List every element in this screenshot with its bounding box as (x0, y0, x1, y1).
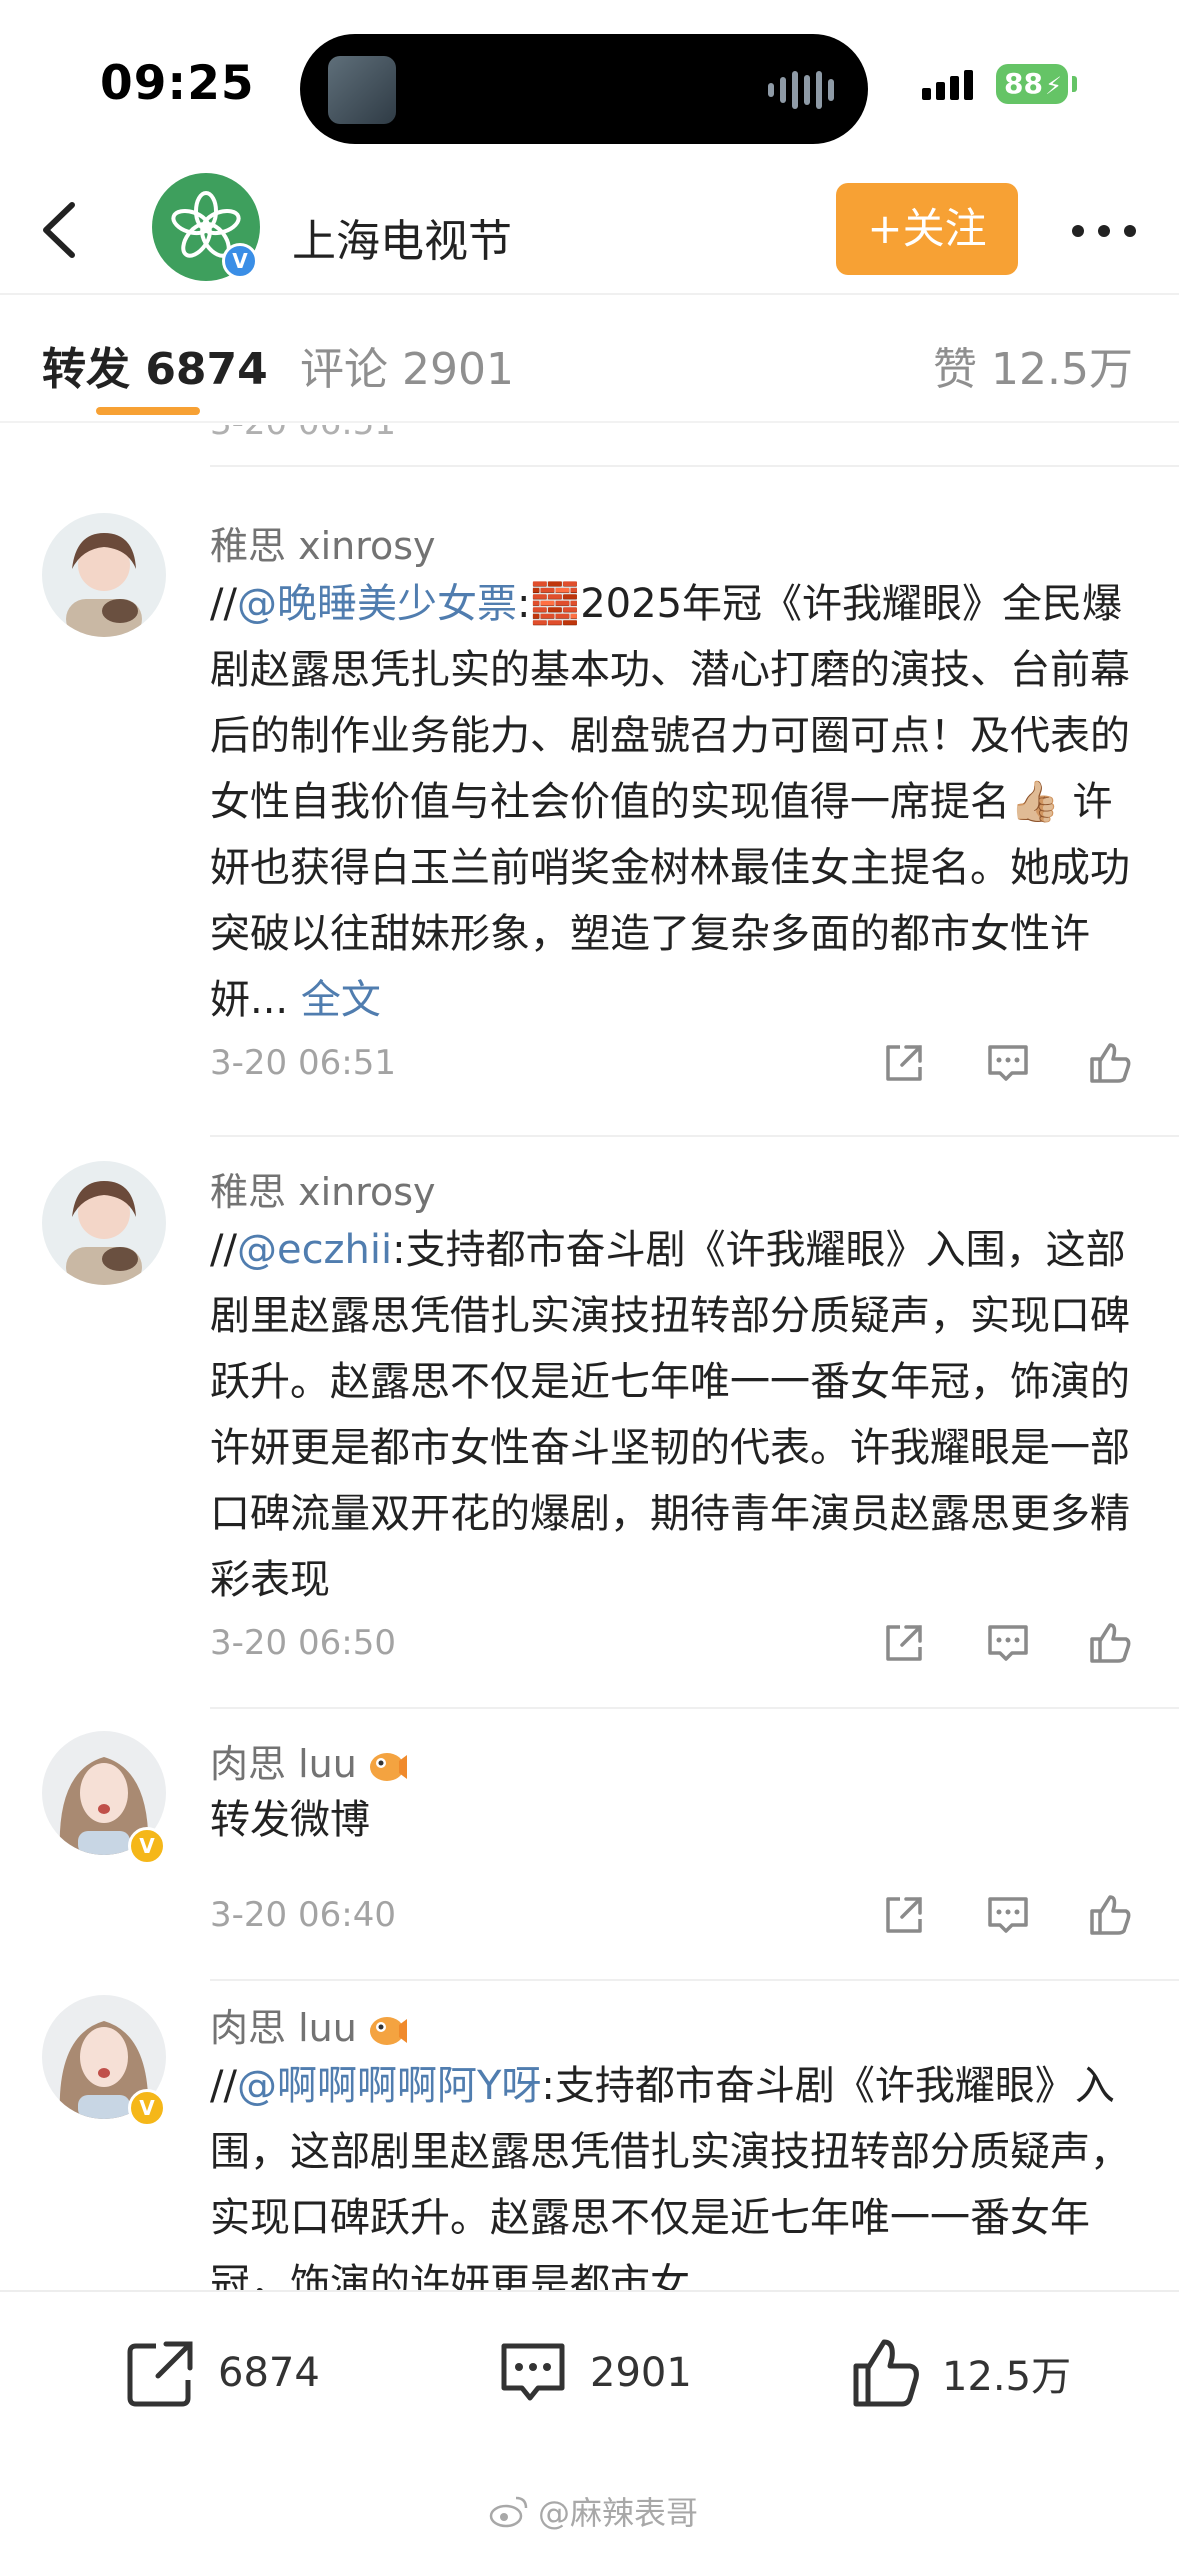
post-time: 3-20 06:50 (210, 1623, 396, 1663)
repost-text: //@eczhii:支持都市奋斗剧《许我耀眼》入围，这部剧里赵露思凭借扎实演技扭… (210, 1217, 1140, 1613)
body-text: :🧱2025年冠《许我耀眼》全民爆剧赵露思凭扎实的基本功、潜心打磨的演技、台前幕… (210, 581, 1130, 1023)
watermark-text: @麻辣表哥 (538, 2494, 699, 2532)
comment-count: 2901 (590, 2350, 692, 2396)
comment-icon (501, 2343, 565, 2401)
like-button[interactable] (1086, 1619, 1134, 1667)
back-button[interactable] (34, 197, 94, 263)
cellular-signal-icon (922, 70, 973, 100)
avatar[interactable] (42, 1161, 166, 1285)
username[interactable]: 稚思 xinrosy (210, 515, 436, 570)
battery-cap (1072, 76, 1077, 92)
status-time: 09:25 (100, 56, 255, 111)
mention-link[interactable]: @eczhii (237, 1227, 392, 1273)
thumbs-up-icon (853, 2339, 919, 2407)
repost-text: 转发微博 (210, 1797, 370, 1843)
share-button[interactable] (880, 1619, 928, 1667)
username[interactable]: 稚思 xinrosy (210, 1161, 436, 1216)
tab-reposts[interactable]: 转发 6874 (42, 333, 268, 397)
tab-comments[interactable]: 评论 2901 (300, 333, 514, 397)
repost-button[interactable]: 6874 (122, 2328, 320, 2418)
body-text: :支持都市奋斗剧《许我耀眼》入围，这部剧里赵露思凭借扎实演技扭转部分质疑声，实现… (210, 1227, 1130, 1603)
charging-bolt-icon: ⚡ (1045, 72, 1062, 100)
username[interactable]: 肉思 luu (210, 1997, 409, 2052)
post-time: 3-20 06:40 (210, 1895, 396, 1935)
divider (210, 465, 1179, 467)
divider (210, 1979, 1179, 1981)
repost-count: 6874 (218, 2350, 320, 2396)
repost-icon (127, 2341, 193, 2407)
share-icon (886, 1897, 922, 1933)
divider (210, 1135, 1179, 1137)
repost-text: //@晚睡美少女票:🧱2025年冠《许我耀眼》全民爆剧赵露思凭扎实的基本功、潜心… (210, 571, 1140, 1033)
bottom-action-bar: 6874 2901 12.5万 @麻辣表哥 (0, 2290, 1179, 2556)
user-avatar-image (42, 513, 166, 637)
previous-item-stub: 3-20 06:51 (0, 425, 1179, 467)
follow-button[interactable]: +关注 (836, 183, 1018, 275)
like-button[interactable] (1086, 1891, 1134, 1939)
ellipsis-icon (1072, 225, 1136, 237)
item-actions (880, 1039, 1140, 1089)
username-text: 肉思 luu (210, 2006, 357, 2050)
user-avatar-image (42, 1161, 166, 1285)
now-playing-artwork (328, 56, 396, 124)
comment-button[interactable] (984, 1891, 1032, 1939)
username[interactable]: 肉思 luu (210, 1733, 409, 1788)
mention-link[interactable]: @晚睡美少女票 (237, 581, 517, 627)
battery-indicator: 88 ⚡ (996, 64, 1068, 104)
like-button[interactable]: 12.5万 (846, 2328, 1071, 2418)
comment-icon (988, 1625, 1028, 1661)
status-bar: 09:25 88 ⚡ (0, 0, 1179, 165)
tab-bar: 转发 6874 评论 2901 赞 12.5万 (0, 297, 1179, 423)
share-icon (886, 1045, 922, 1081)
comment-icon (988, 1897, 1028, 1933)
repost-list[interactable]: 3-20 06:51 稚思 xinrosy //@晚睡美少女票:🧱2025年冠《… (0, 425, 1179, 2290)
comment-button[interactable] (984, 1039, 1032, 1087)
battery-level: 88 (1004, 67, 1043, 100)
verified-badge-icon: V (128, 2089, 166, 2127)
comment-button[interactable]: 2901 (494, 2328, 692, 2418)
previous-item-time: 3-20 06:51 (210, 425, 396, 443)
mention-link[interactable]: @啊啊啊啊阿Y呀 (237, 2063, 541, 2109)
item-actions (880, 1619, 1140, 1669)
verified-badge-icon: V (222, 243, 258, 279)
prefix: // (210, 581, 237, 627)
verified-badge-icon: V (128, 1827, 166, 1865)
prefix: // (210, 1227, 237, 1273)
fan-badge-icon (369, 1752, 407, 1781)
divider (210, 1707, 1179, 1709)
post-time: 3-20 06:51 (210, 1043, 396, 1083)
username-text: 肉思 luu (210, 1742, 357, 1786)
weibo-logo-icon (489, 2496, 528, 2528)
dynamic-island[interactable] (300, 34, 868, 144)
audio-waveform-icon (768, 70, 838, 110)
account-name[interactable]: 上海电视节 (292, 205, 512, 269)
thumbs-up-icon (1090, 1623, 1131, 1663)
like-count: 12.5万 (942, 2354, 1072, 2400)
prefix: // (210, 2063, 237, 2109)
watermark: @麻辣表哥 (488, 2488, 698, 2534)
nav-header: V 上海电视节 +关注 (0, 165, 1179, 295)
expand-full-text-link[interactable]: 全文 (301, 977, 381, 1023)
fan-badge-icon (369, 2016, 407, 2045)
avatar[interactable] (42, 513, 166, 637)
share-button[interactable] (880, 1891, 928, 1939)
item-actions (880, 1891, 1140, 1941)
more-options-button[interactable] (1068, 211, 1140, 251)
thumbs-up-icon (1090, 1043, 1131, 1083)
chevron-left-icon (43, 202, 75, 258)
repost-text: //@啊啊啊啊阿Y呀:支持都市奋斗剧《许我耀眼》入围，这部剧里赵露思凭借扎实演技… (210, 2053, 1140, 2290)
tab-likes[interactable]: 赞 12.5万 (933, 333, 1133, 397)
active-tab-indicator (96, 407, 200, 415)
comment-button[interactable] (984, 1619, 1032, 1667)
comment-icon (988, 1045, 1028, 1081)
share-icon (886, 1625, 922, 1661)
share-button[interactable] (880, 1039, 928, 1087)
like-button[interactable] (1086, 1039, 1134, 1087)
thumbs-up-icon (1090, 1895, 1131, 1935)
